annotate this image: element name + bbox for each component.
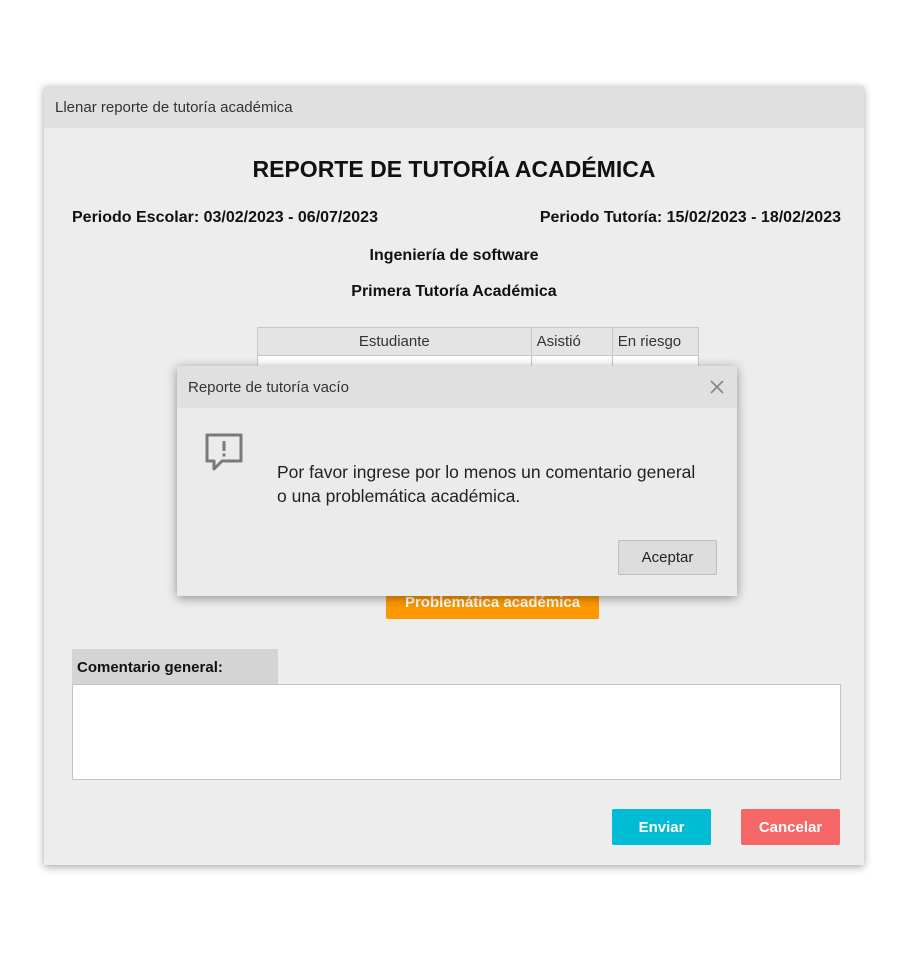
comment-label: Comentario general: — [72, 649, 278, 685]
dialog-message: Por favor ingrese por lo menos un coment… — [277, 462, 696, 506]
dialog-title: Reporte de tutoría vacío — [188, 378, 349, 396]
close-icon[interactable] — [707, 377, 727, 397]
column-header-attended[interactable]: Asistió — [530, 327, 613, 356]
send-button[interactable]: Enviar — [612, 809, 711, 845]
accept-button[interactable]: Aceptar — [618, 540, 717, 575]
tutoring-period: Periodo Tutoría: 15/02/2023 - 18/02/2023 — [539, 209, 841, 226]
program-name: Ingeniería de software — [369, 247, 539, 264]
cancel-button[interactable]: Cancelar — [741, 809, 840, 845]
report-title: REPORTE DE TUTORÍA ACADÉMICA — [252, 156, 656, 182]
column-header-at-risk[interactable]: En riesgo — [611, 327, 700, 356]
empty-report-dialog: Reporte de tutoría vacío Por favor ingre… — [177, 366, 737, 596]
dialog-titlebar: Reporte de tutoría vacío — [177, 366, 737, 408]
window-title: Llenar reporte de tutoría académica — [55, 98, 293, 116]
school-period: Periodo Escolar: 03/02/2023 - 06/07/2023 — [72, 209, 378, 226]
column-header-student[interactable]: Estudiante — [257, 327, 532, 356]
window-titlebar: Llenar reporte de tutoría académica — [44, 86, 864, 128]
table-header-row: Estudiante Asistió En riesgo — [257, 327, 700, 356]
message-alert-icon — [202, 431, 246, 475]
general-comment-input[interactable] — [72, 684, 841, 780]
tutoring-name: Primera Tutoría Académica — [351, 283, 557, 300]
students-table: Estudiante Asistió En riesgo — [257, 327, 700, 371]
